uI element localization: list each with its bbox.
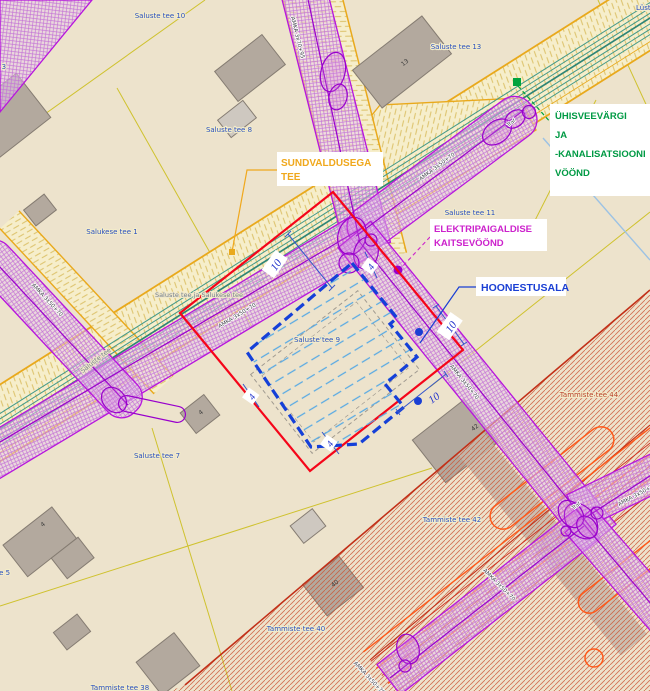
callout-text: JA (555, 130, 567, 141)
callout-text: SUNDVALDUSEGA (281, 158, 371, 169)
parcel-label: Tammiste tee 38 (90, 684, 149, 691)
callout-text: VÖÖND (555, 168, 590, 179)
site-plan-map[interactable]: 10 10 10 4 4 4 13 42 40 4 4 AMKA 3x70+95… (0, 0, 650, 691)
callout-text: ELEKTRIPAIGALDISE (434, 224, 532, 235)
parcel-label: Saluste tee 5 (0, 569, 10, 577)
utility-point-dot (415, 328, 423, 336)
parcel-label: Tammiste tee 40 (266, 625, 325, 633)
parcel-label: Saluste tee 10 (135, 12, 186, 20)
parcel-label: Saluste tee 7 (134, 452, 180, 460)
road-marker-square (229, 249, 235, 255)
callout-text: ÜHISVEEVÄRGI (555, 111, 627, 122)
parcel-label: Lüst (636, 4, 650, 12)
callout-text: -KANALISATSIOONI (555, 149, 646, 160)
parcel-label: Salukese tee 1 (86, 228, 137, 236)
parcel-label: Saluste tee 3 (0, 63, 6, 71)
map-canvas: 10 10 10 4 4 4 13 42 40 4 4 AMKA 3x70+95… (0, 0, 650, 691)
callout-text: KAITSEVÖÖND (434, 238, 504, 249)
parcel-label: Tammiste tee 42 (422, 516, 481, 524)
pipe-marker-square (513, 78, 521, 86)
parcel-label: Saluste tee 13 (431, 43, 482, 51)
callout-text: TEE (281, 172, 301, 183)
parcel-label: Tammiste tee 44 (559, 391, 619, 399)
road-label: Saluste tee ja Salukese tee (155, 291, 243, 299)
parcel-label: Saluste tee 11 (445, 209, 496, 217)
callout-text: HOONESTUSALA (481, 282, 570, 294)
parcel-label: Saluste tee 8 (206, 126, 252, 134)
parcel-label: Saluste tee 9 (294, 336, 340, 344)
